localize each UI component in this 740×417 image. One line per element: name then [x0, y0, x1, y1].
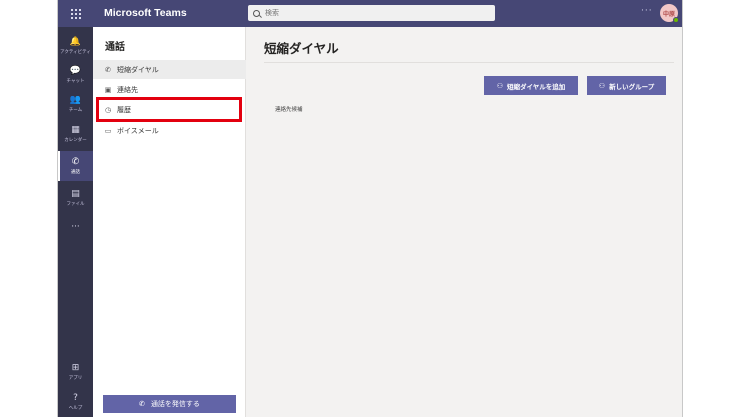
avatar[interactable]: 中原 — [660, 4, 679, 23]
rail-item-teams[interactable]: 👥 チーム — [58, 89, 93, 119]
avatar-initials: 中原 — [662, 10, 675, 18]
make-call-button[interactable]: ✆ 通話を発信する — [103, 395, 236, 413]
rail-item-label: アプリ — [68, 376, 83, 381]
rail-item-label: ヘルプ — [68, 406, 83, 411]
more-options-icon[interactable]: ··· — [641, 6, 653, 16]
rail-item-apps[interactable]: ⊞ アプリ — [58, 357, 93, 387]
rail-item-files[interactable]: ▤ ファイル — [58, 183, 93, 213]
page-title: 短縮ダイヤル — [264, 41, 339, 56]
phone-icon: ✆ — [139, 400, 145, 408]
rail-item-label: 通話 — [71, 170, 80, 175]
nav-item-voicemail[interactable]: ▭ ボイスメール — [93, 121, 246, 140]
add-person-icon: ⚇ — [496, 81, 503, 90]
app-title: Microsoft Teams — [104, 7, 187, 19]
rail-item-label: チーム — [68, 108, 83, 113]
apps-icon: ⊞ — [71, 363, 80, 373]
nav-item-label: 短縮ダイヤル — [117, 65, 159, 74]
suggested-contacts-label: 連絡先候補 — [275, 107, 303, 113]
rail-item-help[interactable]: ? ヘルプ — [58, 387, 93, 417]
voicemail-icon: ▭ — [104, 126, 112, 135]
nav-item-history[interactable]: ◷ 履歴 — [93, 100, 246, 119]
main-content: 短縮ダイヤル ⚇ 短縮ダイヤルを追加 ⚇ 新しいグループ 連絡先候補 — [246, 27, 682, 417]
history-icon: ◷ — [104, 105, 112, 114]
file-icon: ▤ — [71, 189, 80, 199]
rail-item-calls[interactable]: ✆ 通話 — [58, 151, 93, 181]
add-speed-dial-button[interactable]: ⚇ 短縮ダイヤルを追加 — [484, 76, 578, 95]
search-input[interactable] — [265, 9, 465, 17]
group-icon: ⚇ — [598, 81, 606, 90]
presence-status-icon — [673, 17, 679, 23]
rail-item-chat[interactable]: 💬 チャット — [58, 60, 93, 90]
nav-item-speed-dial[interactable]: ✆ 短縮ダイヤル — [93, 60, 246, 79]
rail-item-more[interactable]: ··· — [58, 212, 93, 242]
rail-item-calendar[interactable]: ▦ カレンダー — [58, 119, 93, 149]
search-box[interactable] — [248, 5, 495, 21]
rail-item-activity[interactable]: 🔔 アクティビティ — [58, 31, 93, 61]
pane-title: 通話 — [105, 42, 125, 53]
chat-icon: 💬 — [69, 66, 82, 76]
make-call-label: 通話を発信する — [150, 400, 200, 408]
add-speed-dial-label: 短縮ダイヤルを追加 — [506, 82, 566, 91]
nav-item-contacts[interactable]: ▣ 連絡先 — [93, 80, 246, 99]
new-group-label: 新しいグループ — [609, 82, 655, 91]
rail-item-label: カレンダー — [64, 138, 87, 143]
divider — [264, 62, 674, 63]
calendar-icon: ▦ — [71, 125, 80, 135]
nav-item-label: 連絡先 — [117, 85, 138, 94]
teams-icon: 👥 — [69, 95, 82, 105]
contacts-icon: ▣ — [104, 85, 112, 94]
new-group-button[interactable]: ⚇ 新しいグループ — [587, 76, 666, 95]
calls-pane: 通話 ✆ 短縮ダイヤル ▣ 連絡先 ◷ 履歴 ▭ ボイスメール ✆ 通話を発信す… — [93, 27, 246, 417]
search-icon — [253, 9, 260, 17]
teams-window: Microsoft Teams ··· 中原 🔔 アクティビティ 💬 チャット … — [57, 0, 683, 417]
rail-item-label: チャット — [66, 79, 85, 84]
app-launcher-icon[interactable] — [58, 0, 93, 27]
app-rail: 🔔 アクティビティ 💬 チャット 👥 チーム ▦ カレンダー ✆ 通話 ▤ ファ… — [58, 27, 93, 417]
help-icon: ? — [73, 393, 78, 403]
more-icon: ··· — [71, 222, 80, 232]
nav-item-label: 履歴 — [117, 105, 131, 114]
rail-item-label: アクティビティ — [60, 50, 91, 55]
phone-icon: ✆ — [71, 157, 80, 167]
nav-item-label: ボイスメール — [117, 126, 159, 135]
title-bar: Microsoft Teams ··· 中原 — [58, 0, 682, 27]
bell-icon: 🔔 — [69, 37, 82, 47]
rail-item-label: ファイル — [66, 202, 85, 207]
phone-icon: ✆ — [105, 65, 111, 74]
